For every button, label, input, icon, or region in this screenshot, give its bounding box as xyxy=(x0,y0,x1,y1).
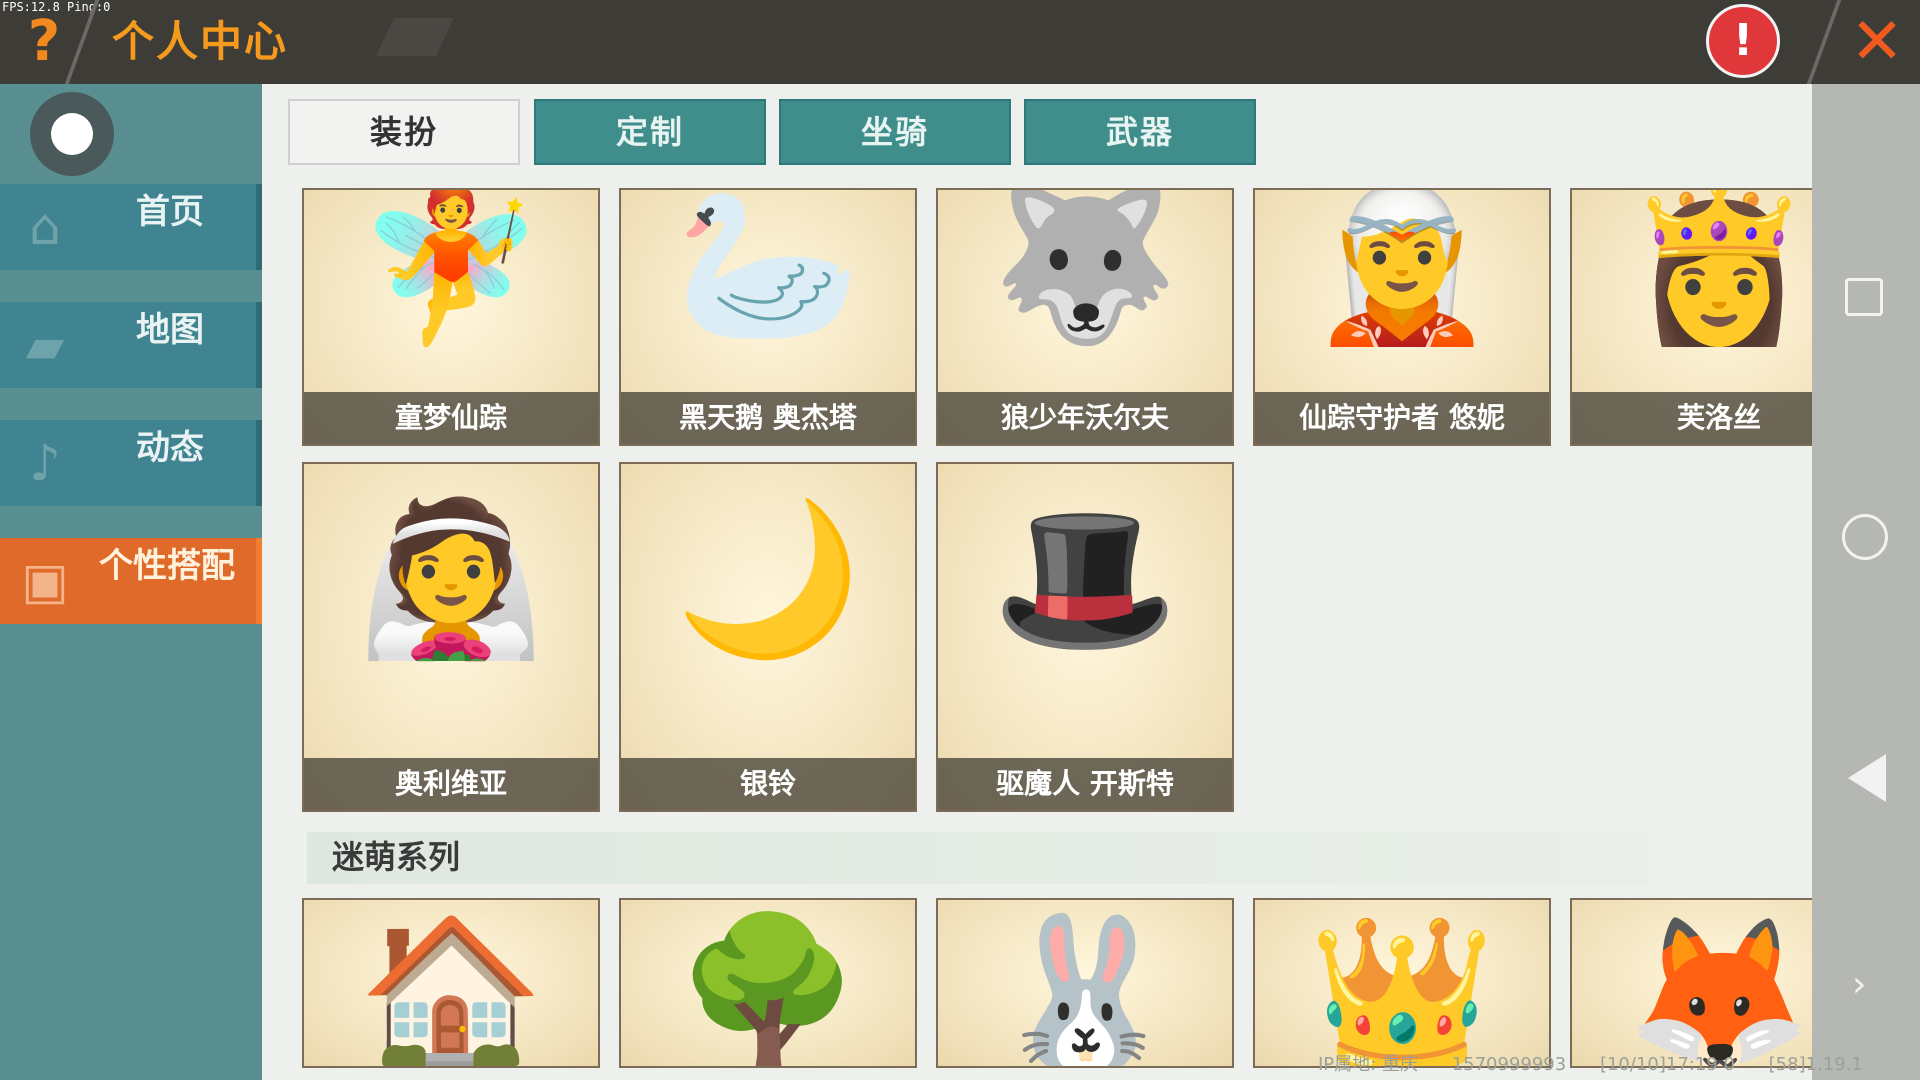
map-icon: ▰ xyxy=(25,316,65,374)
outfit-name: 童梦仙踪 xyxy=(304,392,598,444)
character-icon: ▣ xyxy=(21,552,69,610)
back-icon[interactable] xyxy=(1848,754,1886,802)
system-nav: › xyxy=(1812,84,1920,1080)
character-image: 👑 xyxy=(1308,908,1496,1068)
outfit-card[interactable]: 🧝 仙踪守护者 悠妮 xyxy=(1253,188,1551,446)
timestamp: [10/10]17:19 0 xyxy=(1599,1054,1735,1075)
main-panel: 装扮 定制 坐骑 武器 🧚 童梦仙踪 🦢 黑天鹅 奥杰塔 🐺 狼少年沃尔夫 🧝 … xyxy=(262,84,1812,1080)
tab-mount[interactable]: 坐骑 xyxy=(779,99,1011,165)
avatar[interactable] xyxy=(30,92,114,176)
outfit-name: 黑天鹅 奥杰塔 xyxy=(621,392,915,444)
outfit-card[interactable]: 🦢 黑天鹅 奥杰塔 xyxy=(619,188,917,446)
outfit-card[interactable]: 👑 xyxy=(1253,898,1551,1068)
outfit-card[interactable]: 🌳 xyxy=(619,898,917,1068)
bell-icon: ♪ xyxy=(29,434,61,492)
sidebar-item-label: 首页 xyxy=(136,192,204,232)
outfit-card[interactable]: 🧚 童梦仙踪 xyxy=(302,188,600,446)
home-icon: ⌂ xyxy=(29,198,61,256)
section-title: 迷萌系列 xyxy=(332,838,461,876)
sidebar-item-label: 动态 xyxy=(136,428,204,468)
divider xyxy=(1806,0,1842,84)
character-image: 🌳 xyxy=(674,908,862,1068)
character-image: 🦊 xyxy=(1625,908,1812,1068)
character-image: 🐰 xyxy=(991,908,1179,1068)
sidebar-item-home[interactable]: ⌂ 首页 xyxy=(0,184,262,270)
section-header: 迷萌系列 xyxy=(307,832,1647,884)
outfit-card[interactable]: 🏠 xyxy=(302,898,600,1068)
outfit-card[interactable]: 👸 芙洛丝 xyxy=(1570,188,1812,446)
sidebar-item-style[interactable]: ▣ 个性搭配 xyxy=(0,538,262,624)
chevron-right-icon[interactable]: › xyxy=(1852,964,1866,1005)
status-footer: IP属地: 重庆 1570999993 [10/10]17:19 0 [58]1… xyxy=(1318,1050,1918,1076)
sidebar-item-label: 个性搭配 xyxy=(99,546,235,586)
sidebar-item-feed[interactable]: ♪ 动态 xyxy=(0,420,262,506)
outfit-name: 驱魔人 开斯特 xyxy=(938,758,1232,810)
outfit-card[interactable]: 🎩 驱魔人 开斯特 xyxy=(936,462,1234,812)
tab-custom[interactable]: 定制 xyxy=(534,99,766,165)
outfit-name: 狼少年沃尔夫 xyxy=(938,392,1232,444)
sidebar-item-map[interactable]: ▰ 地图 xyxy=(0,302,262,388)
recents-icon[interactable] xyxy=(1845,278,1883,316)
page-title: 个人中心 xyxy=(112,17,289,66)
report-button[interactable]: ! xyxy=(1706,4,1780,78)
tab-outfit[interactable]: 装扮 xyxy=(288,99,520,165)
outfit-card[interactable]: 🐺 狼少年沃尔夫 xyxy=(936,188,1234,446)
top-bar: FPS:12.8 Ping:0 ? 个人中心 ! ✕ xyxy=(0,0,1920,84)
help-button[interactable]: ? xyxy=(18,10,70,74)
character-image: 🏠 xyxy=(357,908,545,1068)
decorative-stripe xyxy=(376,18,454,56)
version: [58]1.19.1 xyxy=(1768,1054,1863,1075)
tab-weapon[interactable]: 武器 xyxy=(1024,99,1256,165)
close-button[interactable]: ✕ xyxy=(1842,4,1912,80)
outfit-card[interactable]: 🐰 xyxy=(936,898,1234,1068)
outfit-name: 银铃 xyxy=(621,758,915,810)
home-circle-icon[interactable] xyxy=(1842,514,1888,560)
warning-icon: ! xyxy=(1732,15,1754,66)
outfit-name: 芙洛丝 xyxy=(1572,392,1812,444)
outfit-card[interactable]: 🦊 xyxy=(1570,898,1812,1068)
outfit-name: 奥利维亚 xyxy=(304,758,598,810)
outfit-name: 仙踪守护者 悠妮 xyxy=(1255,392,1549,444)
outfit-card[interactable]: 🌙 银铃 xyxy=(619,462,917,812)
sidebar-item-label: 地图 xyxy=(136,310,204,350)
close-icon: ✕ xyxy=(1850,5,1904,79)
user-id: 1570999993 xyxy=(1451,1054,1567,1075)
question-icon: ? xyxy=(27,9,61,74)
outfit-card[interactable]: 👰 奥利维亚 xyxy=(302,462,600,812)
ip-location: IP属地: 重庆 xyxy=(1318,1054,1418,1075)
sidebar: ⌂ 首页 ▰ 地图 ♪ 动态 ▣ 个性搭配 xyxy=(0,84,262,1080)
